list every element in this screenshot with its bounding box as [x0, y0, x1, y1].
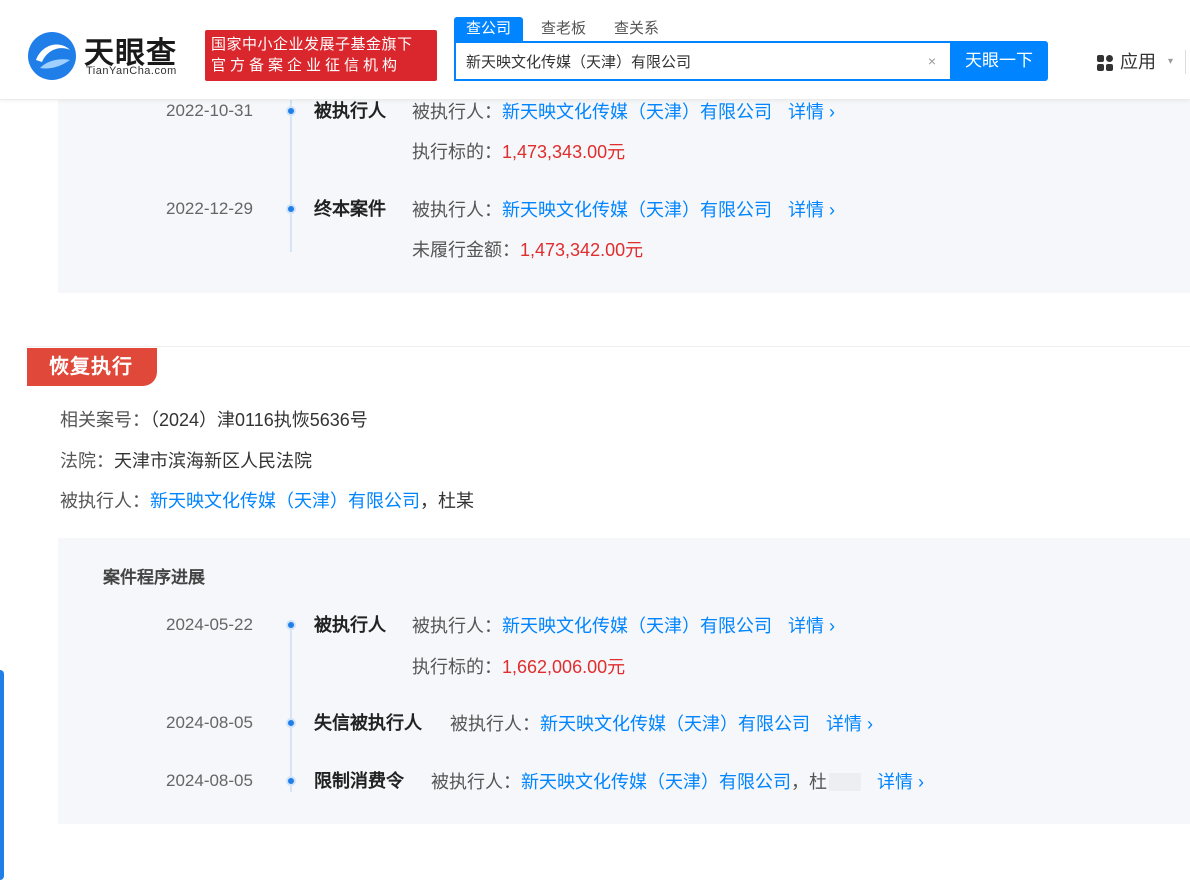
timeline-dot [286, 776, 296, 786]
timeline-party-row: 被执行人：新天映文化传媒（天津）有限公司 详情 › [450, 712, 873, 736]
chevron-right-icon: › [829, 616, 836, 636]
case-number-line: 相关案号：（2024）津0116执恢5636号 [60, 408, 368, 432]
official-badge: 国家中小企业发展子基金旗下 官方备案企业征信机构 [205, 30, 437, 81]
party-line: 被执行人：新天映文化传媒（天津）有限公司，杜某 [60, 489, 474, 513]
timeline-party-row: 被执行人：新天映文化传媒（天津）有限公司 详情 › [412, 614, 835, 638]
party-person: 杜某 [438, 491, 474, 511]
section-tag: 恢复执行 [27, 348, 157, 386]
detail-link[interactable]: 详情 › [877, 772, 924, 792]
timeline-party-row: 被执行人：新天映文化传媒（天津）有限公司 详情 › [412, 100, 835, 124]
company-link[interactable]: 新天映文化传媒（天津）有限公司 [150, 491, 420, 511]
timeline-amount-row: 未履行金额：1,473,342.00元 [412, 238, 643, 262]
chevron-right-icon: › [867, 714, 874, 734]
caret-down-icon: ▾ [1168, 56, 1174, 67]
company-link[interactable]: 新天映文化传媒（天津）有限公司 [502, 102, 772, 122]
badge-line-1: 国家中小企业发展子基金旗下 [211, 36, 413, 53]
timeline-dot [286, 204, 296, 214]
timeline-line [290, 620, 292, 792]
party-label: 被执行人： [412, 102, 502, 122]
amount-value: 1,473,343.00元 [502, 142, 626, 162]
timeline-date: 2024-08-05 [166, 713, 253, 732]
timeline-date: 2024-05-22 [166, 615, 253, 634]
timeline-type: 终本案件 [314, 199, 386, 219]
chevron-right-icon: › [829, 102, 836, 122]
timeline-date: 2024-08-05 [166, 771, 253, 790]
detail-link[interactable]: 详情 › [788, 200, 835, 220]
logo-subtitle: TianYanCha.com [86, 65, 177, 77]
amount-label: 未履行金额： [412, 240, 520, 260]
search-box: × [454, 41, 950, 81]
clear-icon[interactable]: × [924, 53, 940, 69]
company-link[interactable]: 新天映文化传媒（天津）有限公司 [540, 714, 810, 734]
amount-label: 执行标的： [412, 657, 502, 677]
timeline-line [290, 100, 292, 252]
timeline-type: 限制消费令 [314, 771, 404, 791]
progress-title: 案件程序进展 [103, 568, 205, 587]
company-link[interactable]: 新天映文化传媒（天津）有限公司 [502, 200, 772, 220]
apps-grid-icon [1097, 55, 1113, 71]
party-label: 被执行人： [412, 616, 502, 636]
left-rail [0, 100, 26, 880]
search-input[interactable] [466, 43, 916, 79]
timeline-type: 被执行人 [314, 615, 386, 635]
logo-mark-icon [28, 32, 76, 80]
amount-value: 1,662,006.00元 [502, 657, 626, 677]
detail-link[interactable]: 详情 › [826, 714, 873, 734]
company-link[interactable]: 新天映文化传媒（天津）有限公司 [502, 616, 772, 636]
chevron-right-icon: › [829, 200, 836, 220]
case-label: 相关案号： [60, 410, 150, 430]
timeline-type: 失信被执行人 [314, 713, 422, 733]
timeline-date: 2022-10-31 [166, 101, 253, 120]
timeline-dot [286, 620, 296, 630]
side-float-tab[interactable] [0, 670, 4, 880]
chevron-right-icon: › [918, 772, 925, 792]
party-label: 被执行人： [412, 200, 502, 220]
top-header: 天眼查 TianYanCha.com 国家中小企业发展子基金旗下 官方备案企业征… [0, 0, 1190, 100]
company-link[interactable]: 新天映文化传媒（天津）有限公司 [521, 772, 791, 792]
tab-boss[interactable]: 查老板 [541, 17, 586, 41]
amount-label: 执行标的： [412, 142, 502, 162]
court-line: 法院：天津市滨海新区人民法院 [60, 449, 312, 473]
party-person-partial: ，杜 [791, 772, 827, 792]
amount-value: 1,473,342.00元 [520, 240, 644, 260]
timeline-party-row: 被执行人：新天映文化传媒（天津）有限公司，杜 详情 › [431, 770, 924, 794]
court-value: 天津市滨海新区人民法院 [114, 451, 312, 471]
party-label: 被执行人： [450, 714, 540, 734]
court-label: 法院： [60, 451, 114, 471]
tab-company[interactable]: 查公司 [454, 17, 524, 41]
badge-line-2: 官方备案企业征信机构 [211, 57, 402, 74]
tianyancha-logo[interactable]: 天眼查 TianYanCha.com [26, 28, 196, 80]
timeline-amount-row: 执行标的：1,473,343.00元 [412, 140, 625, 164]
masked-text [829, 773, 861, 791]
case-value: （2024）津0116执恢5636号 [150, 410, 368, 430]
timeline-dot [286, 718, 296, 728]
section-divider [26, 346, 1190, 347]
apps-label: 应用 [1120, 52, 1156, 72]
party-separator: ， [420, 491, 438, 511]
timeline-type: 被执行人 [314, 101, 386, 121]
timeline-amount-row: 执行标的：1,662,006.00元 [412, 655, 625, 679]
search-button[interactable]: 天眼一下 [950, 41, 1048, 81]
party-label: 被执行人： [431, 772, 521, 792]
header-divider [1185, 50, 1186, 74]
tab-relation[interactable]: 查关系 [614, 17, 659, 41]
detail-link[interactable]: 详情 › [788, 102, 835, 122]
timeline-party-row: 被执行人：新天映文化传媒（天津）有限公司 详情 › [412, 198, 835, 222]
party-label: 被执行人： [60, 491, 150, 511]
timeline-dot [286, 106, 296, 116]
timeline-date: 2022-12-29 [166, 199, 253, 218]
detail-link[interactable]: 详情 › [788, 616, 835, 636]
